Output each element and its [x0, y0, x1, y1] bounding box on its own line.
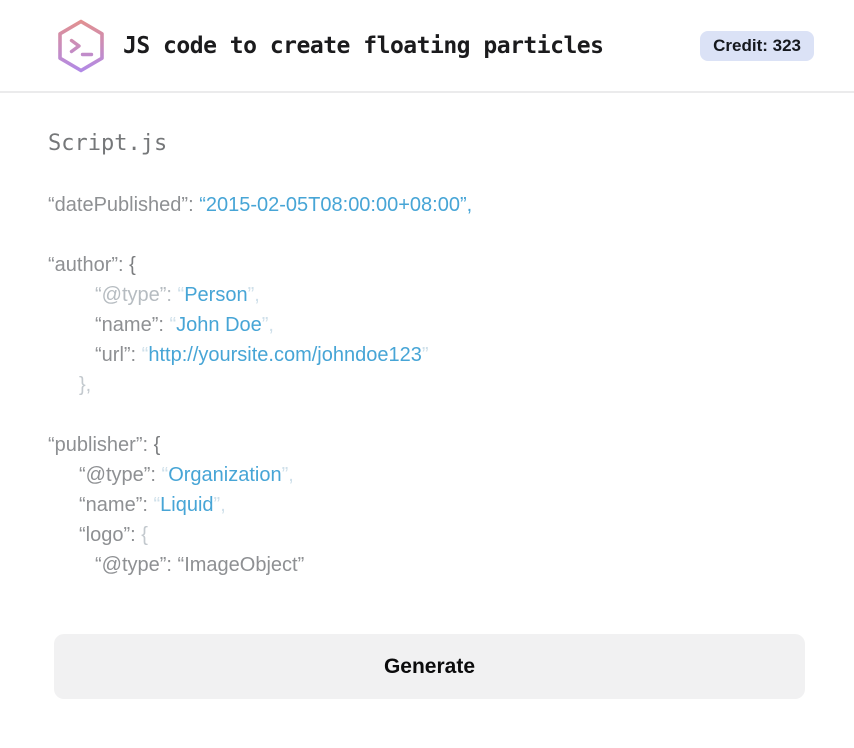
code-segment: “publisher”:	[48, 434, 154, 456]
code-segment: “@type”:	[95, 284, 178, 306]
code-segment: “@type”: “ImageObject”	[95, 554, 305, 576]
code-line: “author”: {	[48, 250, 806, 280]
code-line: },	[48, 370, 806, 400]
code-segment: http://yoursite.com/johndoe123	[148, 344, 422, 366]
code-segment: {	[141, 524, 148, 546]
file-title: Script.js	[48, 131, 168, 156]
code-line: “name”: “John Doe”,	[48, 310, 806, 340]
code-segment: John Doe	[176, 314, 262, 336]
generate-button[interactable]: Generate	[54, 634, 805, 699]
code-line: “@type”: “Organization”,	[48, 460, 806, 490]
code-segment: Liquid	[160, 494, 214, 516]
code-segment: {	[153, 434, 161, 456]
code-line: “publisher”: {	[48, 430, 806, 460]
code-segment: ”,	[281, 464, 294, 486]
code-segment: “2015-02-05T08:00:00+08:00”,	[199, 194, 473, 216]
credit-badge: Credit: 323	[700, 30, 814, 61]
code-line: “url”: “http://yoursite.com/johndoe123”	[48, 340, 806, 370]
code-segment: “url”:	[95, 344, 142, 366]
code-line: “@type”: “ImageObject”	[48, 550, 806, 580]
code-segment: ”,	[247, 284, 260, 306]
main-content: Script.js “datePublished”: “2015-02-05T0…	[0, 93, 854, 699]
header-bar: JS code to create floating particles Cre…	[0, 0, 854, 93]
page-title: JS code to create floating particles	[123, 32, 604, 59]
code-segment: Organization	[168, 464, 282, 486]
code-segment: },	[79, 374, 92, 396]
code-segment: Person	[184, 284, 248, 306]
code-line: “name”: “Liquid”,	[48, 490, 806, 520]
code-segment: ”	[421, 344, 429, 366]
code-segment: ”,	[213, 494, 226, 516]
code-segment: “logo”:	[79, 524, 142, 546]
code-segment: “name”:	[79, 494, 154, 516]
code-segment: “datePublished”:	[48, 194, 200, 216]
code-segment: ”,	[261, 314, 274, 336]
code-segment: “@type”:	[79, 464, 162, 486]
code-block: “datePublished”: “2015-02-05T08:00:00+08…	[48, 190, 806, 580]
code-line: “datePublished”: “2015-02-05T08:00:00+08…	[48, 190, 806, 220]
code-line: “@type”: “Person”,	[48, 280, 806, 310]
code-segment: {	[129, 254, 136, 276]
code-segment: “author”:	[48, 254, 130, 276]
app-window: JS code to create floating particles Cre…	[0, 0, 854, 748]
code-segment: “name”:	[95, 314, 170, 336]
code-line: “logo”: {	[48, 520, 806, 550]
terminal-hexagon-icon	[58, 19, 104, 72]
